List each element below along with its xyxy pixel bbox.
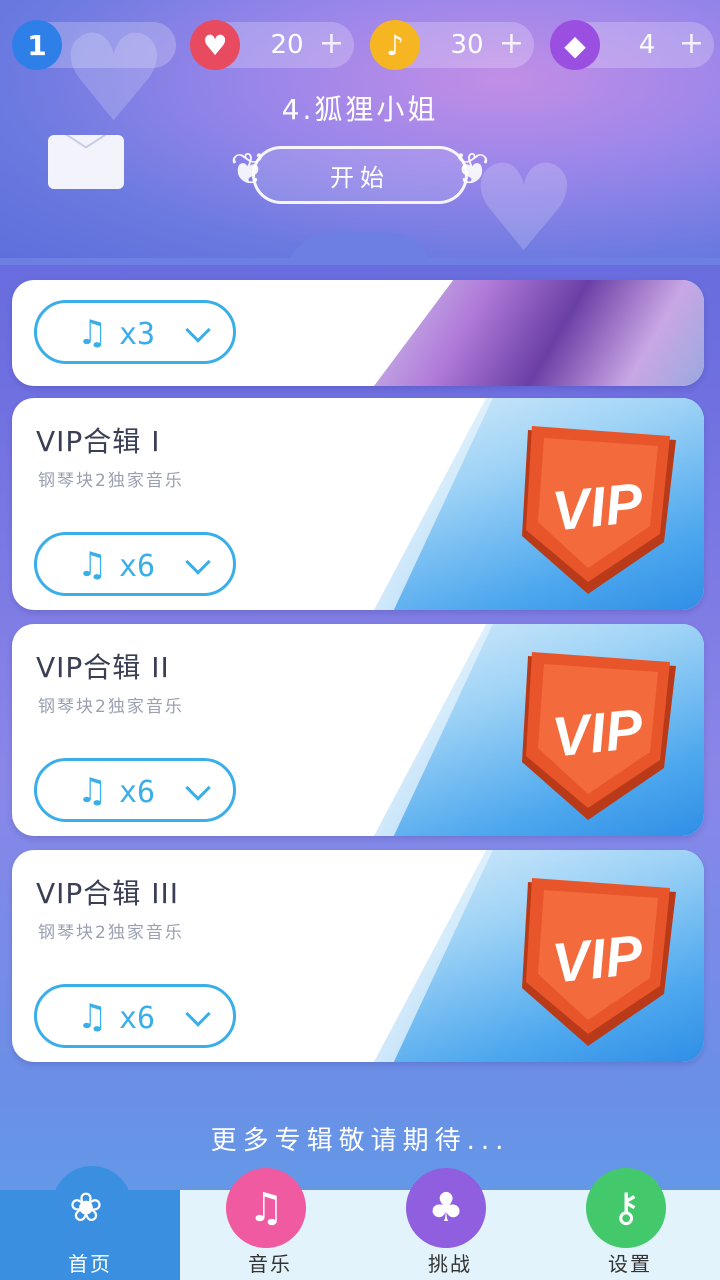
album-subtitle: 钢琴块2独家音乐 bbox=[38, 697, 184, 717]
notes-value: 30 bbox=[450, 30, 484, 60]
hearts-counter[interactable]: ♥ 20 + bbox=[190, 20, 354, 70]
album-unlock-pill[interactable]: ♫ x6 bbox=[34, 984, 236, 1048]
level-indicator: 1 bbox=[12, 20, 176, 70]
nav-label: 音乐 bbox=[248, 1252, 292, 1276]
music-note-icon: ♪ bbox=[370, 20, 420, 70]
start-area: ❦ ❦ 开始 bbox=[230, 140, 490, 210]
nav-settings[interactable]: ⚷ 设置 bbox=[540, 1168, 720, 1280]
vip-badge-icon: VIP bbox=[522, 878, 676, 1046]
add-gems-button[interactable]: + bbox=[679, 26, 704, 61]
music-note-icon: ♫ bbox=[77, 997, 108, 1037]
vip-badge-icon: VIP bbox=[522, 652, 676, 820]
song-count: x6 bbox=[119, 1001, 156, 1036]
lock-icon: ⚷ bbox=[586, 1168, 666, 1248]
album-art bbox=[374, 280, 704, 386]
level-badge: 1 bbox=[12, 20, 62, 70]
album-title: VIP合辑 II bbox=[36, 651, 170, 684]
vip-badge-text: VIP bbox=[549, 470, 646, 542]
mail-icon[interactable] bbox=[48, 135, 124, 189]
music-note-icon: ♫ bbox=[226, 1168, 306, 1248]
nav-home[interactable]: ❀ 首页 bbox=[0, 1166, 180, 1280]
vip-badge-icon: VIP bbox=[522, 426, 676, 594]
heart-icon: ♥ bbox=[190, 20, 240, 70]
album-title: VIP合辑 I bbox=[36, 425, 161, 458]
music-note-icon: ♫ bbox=[77, 313, 108, 353]
notes-counter[interactable]: ♪ 30 + bbox=[370, 20, 534, 70]
tree-icon: ♣ bbox=[406, 1168, 486, 1248]
nav-label: 设置 bbox=[608, 1252, 652, 1276]
song-count: x6 bbox=[119, 775, 156, 810]
album-title: VIP合辑 III bbox=[36, 877, 179, 910]
album-subtitle: 钢琴块2独家音乐 bbox=[38, 471, 184, 491]
album-card[interactable]: VIP VIP合辑 I 钢琴块2独家音乐 ♫ x6 bbox=[12, 398, 704, 610]
chevron-down-icon bbox=[185, 1001, 211, 1027]
nav-music[interactable]: ♫ 音乐 bbox=[180, 1168, 360, 1280]
album-unlock-pill[interactable]: ♫ x6 bbox=[34, 758, 236, 822]
album-list[interactable]: ♫ x3 VIP VIP合辑 I 钢琴块2独家音乐 ♫ x6 VIP VIP合辑… bbox=[0, 268, 720, 1098]
current-song-title: 4.狐狸小姐 bbox=[281, 93, 439, 126]
more-albums-notice: 更多专辑敬请期待... bbox=[210, 1126, 510, 1156]
album-card[interactable]: VIP VIP合辑 III 钢琴块2独家音乐 ♫ x6 bbox=[12, 850, 704, 1062]
nav-label: 首页 bbox=[68, 1252, 112, 1276]
album-unlock-pill[interactable]: ♫ x3 bbox=[34, 300, 236, 364]
start-button[interactable]: 开始 bbox=[252, 146, 468, 204]
nav-challenge[interactable]: ♣ 挑战 bbox=[360, 1168, 540, 1280]
hearts-value: 20 bbox=[270, 30, 304, 60]
gems-counter[interactable]: ◆ 4 + bbox=[550, 20, 714, 70]
gems-value: 4 bbox=[638, 30, 656, 60]
album-unlock-pill[interactable]: ♫ x6 bbox=[34, 532, 236, 596]
diamond-icon: ◆ bbox=[550, 20, 600, 70]
header: ♥ ♥ 1 ♥ 20 + ♪ 30 + ◆ 4 + 4.狐狸小姐 ❦ ❦ 开始 bbox=[0, 0, 720, 265]
album-subtitle: 钢琴块2独家音乐 bbox=[38, 923, 184, 943]
album-card[interactable]: VIP VIP合辑 II 钢琴块2独家音乐 ♫ x6 bbox=[12, 624, 704, 836]
chevron-down-icon bbox=[185, 775, 211, 801]
music-note-icon: ♫ bbox=[77, 545, 108, 585]
bottom-nav: ❀ 首页 ♫ 音乐 ♣ 挑战 ⚷ 设置 bbox=[0, 1166, 720, 1280]
song-count: x3 bbox=[119, 317, 156, 352]
add-hearts-button[interactable]: + bbox=[319, 26, 344, 61]
chevron-down-icon bbox=[185, 317, 211, 343]
nav-label: 挑战 bbox=[428, 1252, 472, 1276]
add-notes-button[interactable]: + bbox=[499, 26, 524, 61]
vip-badge-text: VIP bbox=[549, 922, 646, 994]
vip-badge-text: VIP bbox=[549, 696, 646, 768]
song-count: x6 bbox=[119, 549, 156, 584]
chevron-down-icon bbox=[185, 549, 211, 575]
header-divider bbox=[0, 258, 720, 265]
music-note-icon: ♫ bbox=[77, 771, 108, 811]
album-card[interactable]: ♫ x3 bbox=[12, 280, 704, 386]
rose-icon: ❀ bbox=[69, 1185, 103, 1231]
